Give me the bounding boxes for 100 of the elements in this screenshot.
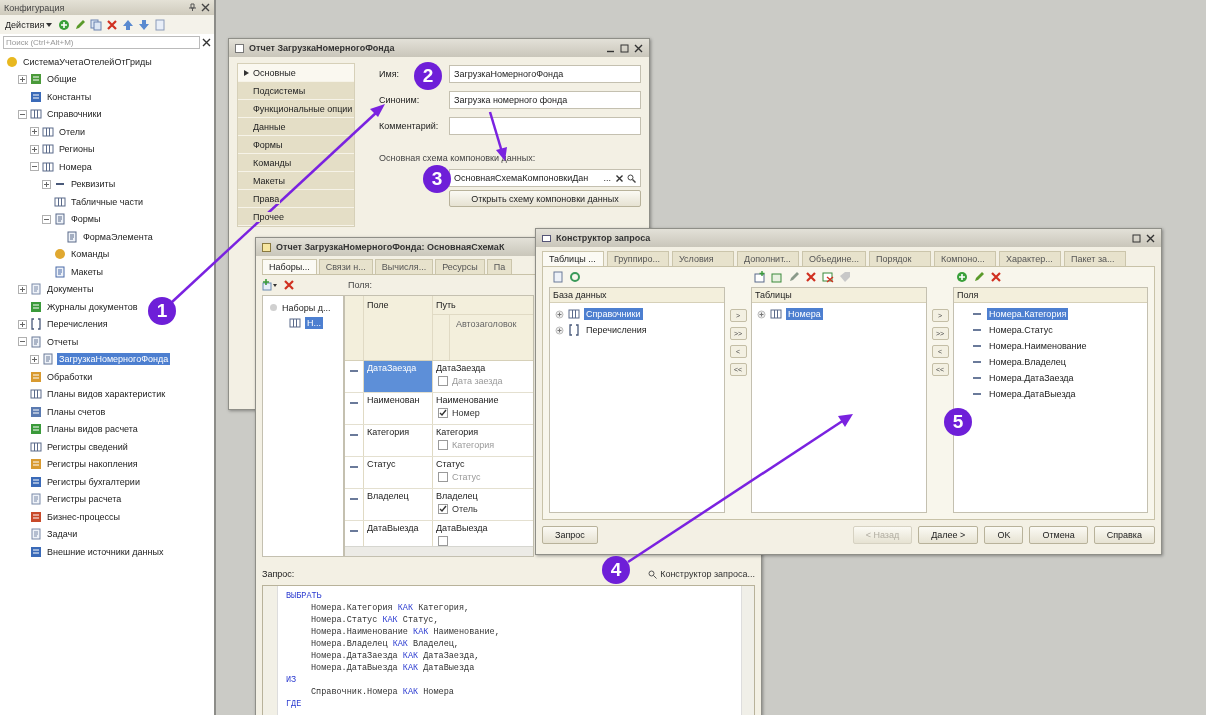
section-tab[interactable]: Формы bbox=[238, 136, 354, 154]
section-tab[interactable]: Макеты bbox=[238, 172, 354, 190]
tree-item[interactable]: Общие bbox=[45, 73, 79, 86]
tree-item[interactable]: Справочники bbox=[45, 108, 104, 121]
tree-item[interactable]: Бизнес-процессы bbox=[45, 510, 122, 523]
add-icon[interactable] bbox=[956, 271, 968, 283]
add-icon[interactable] bbox=[58, 18, 71, 31]
table-cell[interactable]: Категория bbox=[363, 425, 432, 456]
table-cell[interactable]: Владелец bbox=[363, 489, 432, 520]
tree-item[interactable]: Отели bbox=[57, 125, 87, 138]
table-cell[interactable]: Статус bbox=[363, 457, 432, 488]
close-icon[interactable] bbox=[1146, 233, 1155, 243]
tree-item[interactable]: Табличные части bbox=[69, 195, 146, 208]
expand-toggle-icon[interactable] bbox=[42, 179, 51, 189]
tree-item[interactable]: Документы bbox=[45, 283, 96, 296]
tab[interactable]: Объедине... bbox=[802, 251, 867, 266]
list-item[interactable]: Номера.ДатаЗаезда bbox=[987, 372, 1076, 384]
tree-item[interactable]: Реквизиты bbox=[69, 178, 118, 191]
up-arrow-icon[interactable] bbox=[122, 18, 135, 31]
text-field[interactable]: ЗагрузкаНомерногоФонда bbox=[449, 64, 641, 83]
close-icon[interactable] bbox=[201, 3, 210, 12]
refresh-icon[interactable] bbox=[569, 271, 581, 283]
list-item[interactable]: Номера.Владелец bbox=[987, 356, 1068, 368]
checkbox[interactable] bbox=[438, 472, 448, 482]
tree-item[interactable]: Внешние источники данных bbox=[45, 545, 166, 558]
delete-icon[interactable] bbox=[805, 271, 817, 283]
open-schema-button[interactable]: Открыть схему компоновки данных bbox=[449, 190, 641, 207]
tree-item[interactable]: Н... bbox=[305, 316, 323, 329]
delete-table-icon[interactable] bbox=[822, 271, 834, 283]
tree-item[interactable]: Макеты bbox=[69, 265, 105, 278]
tree-item[interactable]: Регистры накопления bbox=[45, 458, 140, 471]
expand-toggle-icon[interactable] bbox=[42, 214, 51, 224]
expand-toggle-icon[interactable] bbox=[30, 162, 39, 172]
expand-toggle-icon[interactable] bbox=[18, 74, 27, 84]
tree-item[interactable]: Константы bbox=[45, 90, 94, 103]
tree-item[interactable]: Перечисления bbox=[45, 318, 110, 331]
section-tab[interactable]: Функциональные опции bbox=[238, 100, 354, 118]
dialog-button[interactable]: Отмена bbox=[1029, 526, 1088, 544]
tree-item[interactable]: ФормаЭлемента bbox=[81, 230, 155, 243]
tree-item[interactable]: Регистры расчета bbox=[45, 493, 124, 506]
tab[interactable]: Связи н... bbox=[318, 259, 373, 274]
pencil-icon[interactable] bbox=[973, 271, 985, 283]
tab[interactable]: Характер... bbox=[999, 251, 1062, 266]
expand-toggle-icon[interactable] bbox=[555, 309, 564, 319]
search-field[interactable]: Поиск (Ctrl+Alt+M) bbox=[3, 35, 200, 49]
section-tab[interactable]: Данные bbox=[238, 118, 354, 136]
tree-item[interactable]: Регистры сведений bbox=[45, 440, 130, 453]
tree-item[interactable]: Регионы bbox=[57, 143, 97, 156]
tab[interactable]: Условия bbox=[672, 251, 734, 266]
tree-item[interactable]: Планы видов расчета bbox=[45, 423, 140, 436]
tab[interactable]: Ресурсы bbox=[435, 259, 485, 274]
list-item[interactable]: Справочники bbox=[584, 308, 643, 320]
list-item[interactable]: Перечисления bbox=[584, 324, 649, 336]
tab[interactable]: Наборы... bbox=[262, 259, 317, 274]
dialog-button[interactable]: Справка bbox=[1093, 526, 1155, 544]
maximize-icon[interactable] bbox=[620, 43, 629, 53]
tree-item[interactable]: Обработки bbox=[45, 370, 95, 383]
delete-icon[interactable] bbox=[283, 279, 295, 291]
query-editor[interactable] bbox=[262, 585, 755, 715]
tree-item[interactable]: Наборы д... bbox=[282, 302, 331, 313]
caret-icon[interactable] bbox=[46, 22, 53, 27]
expand-toggle-icon[interactable] bbox=[18, 284, 27, 294]
text-field[interactable]: Загрузка номерного фонда bbox=[449, 90, 641, 109]
expand-toggle-icon[interactable] bbox=[18, 109, 27, 119]
query-builder-link[interactable]: Конструктор запроса... bbox=[648, 569, 755, 579]
tree-item[interactable]: Планы видов характеристик bbox=[45, 388, 168, 401]
clear-icon[interactable] bbox=[202, 37, 211, 47]
vertical-scrollbar[interactable] bbox=[741, 586, 754, 715]
tab[interactable]: Группиро... bbox=[607, 251, 669, 266]
dialog-button[interactable]: Далее > bbox=[918, 526, 979, 544]
schema-field[interactable]: ОсновнаяСхемаКомпоновкиДан ... bbox=[449, 169, 641, 187]
checkbox[interactable] bbox=[438, 408, 448, 418]
checkbox[interactable] bbox=[438, 376, 448, 386]
tree-item[interactable]: Команды bbox=[69, 248, 112, 261]
search-icon[interactable] bbox=[627, 173, 636, 183]
delete-icon[interactable] bbox=[106, 18, 119, 31]
actions-menu-button[interactable]: Действия bbox=[3, 19, 55, 30]
expand-toggle-icon[interactable] bbox=[757, 309, 766, 319]
section-tab[interactable]: Команды bbox=[238, 154, 354, 172]
tree-item[interactable]: Отчеты bbox=[45, 335, 81, 348]
section-tab[interactable]: Прочее bbox=[238, 208, 354, 226]
close-icon[interactable] bbox=[634, 43, 643, 53]
expand-toggle-icon[interactable] bbox=[18, 337, 27, 347]
clear-icon[interactable] bbox=[615, 173, 624, 183]
expand-toggle-icon[interactable] bbox=[18, 319, 27, 329]
tab[interactable]: Таблицы ... bbox=[542, 251, 604, 266]
list-item[interactable]: Номера.ДатаВыезда bbox=[987, 388, 1078, 400]
checkbox[interactable] bbox=[438, 504, 448, 514]
checkbox[interactable] bbox=[438, 536, 448, 546]
tree-item[interactable]: ЗагрузкаНомерногоФонда bbox=[57, 353, 171, 366]
tab[interactable]: Дополнит... bbox=[737, 251, 799, 266]
pencil-icon[interactable] bbox=[788, 271, 800, 283]
tab[interactable]: Пакет за... bbox=[1064, 251, 1127, 266]
section-tab[interactable]: Основные bbox=[238, 64, 354, 82]
delete-icon[interactable] bbox=[990, 271, 1002, 283]
select-button[interactable]: ... bbox=[602, 173, 612, 183]
dialog-button[interactable]: OK bbox=[984, 526, 1024, 544]
table-cell[interactable]: Наименован bbox=[363, 393, 432, 424]
list-item[interactable]: Номера.Категория bbox=[987, 308, 1069, 320]
document-icon[interactable] bbox=[552, 271, 564, 283]
